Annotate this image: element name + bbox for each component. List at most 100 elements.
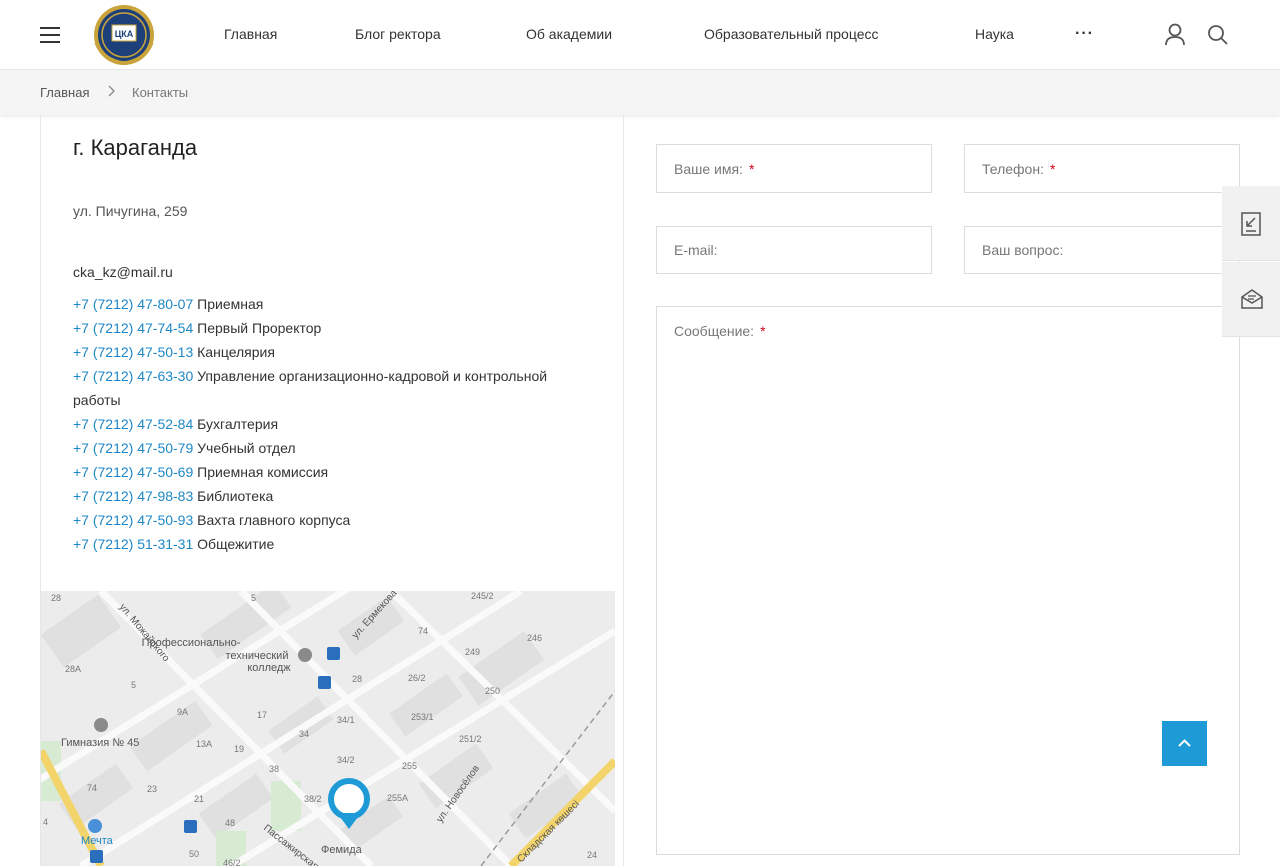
map-house-number: 249 bbox=[465, 647, 480, 657]
map-house-number: 48 bbox=[225, 818, 235, 828]
phone-link[interactable]: +7 (7212) 47-50-79 bbox=[73, 440, 193, 456]
map-house-number: 24 bbox=[587, 850, 597, 860]
name-label: Ваше имя: bbox=[674, 161, 743, 177]
phone-link[interactable]: +7 (7212) 47-98-83 bbox=[73, 488, 193, 504]
map-label-college: технический bbox=[226, 650, 289, 662]
map-house-number: 19 bbox=[234, 744, 244, 754]
map-canvas[interactable]: Профессионально- технический колледж Гим… bbox=[41, 591, 615, 866]
nav-education[interactable]: Образовательный процесс bbox=[704, 26, 878, 42]
map-house-number: 28 bbox=[352, 674, 362, 684]
nav-rector-blog[interactable]: Блог ректора bbox=[355, 26, 441, 42]
email-field[interactable]: E-mail: bbox=[656, 226, 932, 274]
map-house-number: 34 bbox=[299, 729, 309, 739]
bus-stop-icon[interactable] bbox=[318, 676, 331, 689]
phone-link[interactable]: +7 (7212) 47-74-54 bbox=[73, 320, 193, 336]
map-house-number: 38/2 bbox=[304, 794, 322, 804]
phone-label: Вахта главного корпуса bbox=[197, 512, 351, 528]
map-house-number: 5 bbox=[131, 680, 136, 690]
phone-link[interactable]: +7 (7212) 47-63-30 bbox=[73, 368, 193, 384]
map-house-number: 245/2 bbox=[471, 591, 494, 601]
map-label-college: колледж bbox=[247, 662, 291, 674]
phone-field[interactable]: Телефон: * bbox=[964, 144, 1240, 193]
side-mail-button[interactable] bbox=[1222, 262, 1280, 337]
email-link[interactable]: cka_kz@mail.ru bbox=[73, 264, 173, 280]
map-house-number: 251/2 bbox=[459, 734, 482, 744]
shop-icon[interactable] bbox=[88, 819, 102, 833]
breadcrumb-current: Контакты bbox=[132, 85, 189, 100]
phone-row: +7 (7212) 47-50-79 Учебный отдел bbox=[73, 436, 593, 460]
phone-row: +7 (7212) 51-31-31 Общежитие bbox=[73, 532, 593, 556]
phone-label: Библиотека bbox=[197, 488, 274, 504]
bus-stop-icon[interactable] bbox=[327, 647, 340, 660]
map-house-number: 38 bbox=[269, 764, 279, 774]
bus-stop-icon[interactable] bbox=[90, 850, 103, 863]
phone-link[interactable]: +7 (7212) 51-31-31 bbox=[73, 536, 193, 552]
school-icon[interactable] bbox=[94, 718, 108, 732]
menu-burger-icon[interactable] bbox=[40, 27, 60, 43]
message-label: Сообщение: bbox=[674, 323, 755, 339]
address: ул. Пичугина, 259 bbox=[73, 203, 188, 219]
phone-link[interactable]: +7 (7212) 47-80-07 bbox=[73, 296, 193, 312]
academy-logo[interactable]: ЦКА bbox=[88, 3, 160, 67]
map-label-mechta: Мечта bbox=[81, 835, 114, 847]
phone-row: +7 (7212) 47-52-84 Бухгалтерия bbox=[73, 412, 593, 436]
map-house-number: 4 bbox=[43, 817, 48, 827]
phone-label: Учебный отдел bbox=[197, 440, 296, 456]
phone-link[interactable]: +7 (7212) 47-50-69 bbox=[73, 464, 193, 480]
site-header: ЦКА Главная Блог ректора Об академии Обр… bbox=[0, 0, 1280, 70]
map-house-number: 21 bbox=[194, 794, 204, 804]
school-icon[interactable] bbox=[298, 648, 312, 662]
question-label: Ваш вопрос: bbox=[982, 242, 1064, 258]
required-mark: * bbox=[748, 161, 755, 177]
phone-label: Приемная комиссия bbox=[197, 464, 329, 480]
map-house-number: 9А bbox=[177, 707, 188, 717]
mail-icon bbox=[1241, 289, 1263, 309]
phone-label: Общежитие bbox=[197, 536, 275, 552]
map-house-number: 34/2 bbox=[337, 755, 355, 765]
logo-text: ЦКА bbox=[115, 29, 134, 39]
map-house-number: 17 bbox=[257, 710, 267, 720]
phone-link[interactable]: +7 (7212) 47-52-84 bbox=[73, 416, 193, 432]
phone-label: Бухгалтерия bbox=[197, 416, 279, 432]
scroll-to-top-button[interactable] bbox=[1162, 721, 1207, 766]
search-icon[interactable] bbox=[1207, 24, 1229, 46]
phone-row: +7 (7212) 47-50-13 Канцелярия bbox=[73, 340, 593, 364]
nav-home[interactable]: Главная bbox=[224, 26, 277, 42]
phone-label-text: Телефон: bbox=[982, 161, 1044, 177]
message-textarea[interactable]: Сообщение: * bbox=[656, 306, 1240, 855]
phone-row: +7 (7212) 47-74-54 Первый Проректор bbox=[73, 316, 593, 340]
user-icon[interactable] bbox=[1164, 23, 1186, 47]
breadcrumb-home[interactable]: Главная bbox=[40, 85, 89, 100]
breadcrumb: Главная Контакты bbox=[0, 70, 1280, 115]
phone-row: +7 (7212) 47-80-07 Приемная bbox=[73, 292, 593, 316]
map-house-number: 28А bbox=[65, 664, 81, 674]
phone-link[interactable]: +7 (7212) 47-50-13 bbox=[73, 344, 193, 360]
phone-label: Первый Проректор bbox=[197, 320, 322, 336]
location-map[interactable]: Профессионально- технический колледж Гим… bbox=[41, 591, 615, 866]
city-title: г. Караганда bbox=[73, 135, 198, 160]
map-house-number: 74 bbox=[418, 626, 428, 636]
phone-label: Приемная bbox=[197, 296, 264, 312]
phone-link[interactable]: +7 (7212) 47-50-93 bbox=[73, 512, 193, 528]
phone-row: +7 (7212) 47-63-30 Управление организаци… bbox=[73, 364, 593, 412]
nav-more-icon[interactable]: ··· bbox=[1075, 25, 1094, 43]
phone-list: +7 (7212) 47-80-07 Приемная +7 (7212) 47… bbox=[73, 292, 593, 556]
map-house-number: 5 bbox=[251, 593, 256, 603]
nav-science[interactable]: Наука bbox=[975, 26, 1014, 42]
email-label: E-mail: bbox=[674, 242, 718, 258]
nav-about[interactable]: Об академии bbox=[526, 26, 612, 42]
map-house-number: 34/1 bbox=[337, 715, 355, 725]
required-mark: * bbox=[1049, 161, 1056, 177]
side-download-button[interactable] bbox=[1222, 186, 1280, 261]
map-house-number: 46/2 bbox=[223, 858, 241, 866]
map-house-number: 246 bbox=[527, 633, 542, 643]
name-field[interactable]: Ваше имя: * bbox=[656, 144, 932, 193]
phone-label: Канцелярия bbox=[197, 344, 275, 360]
bus-stop-icon[interactable] bbox=[184, 820, 197, 833]
map-house-number: 50 bbox=[189, 849, 199, 859]
phone-row: +7 (7212) 47-50-69 Приемная комиссия bbox=[73, 460, 593, 484]
required-mark: * bbox=[760, 323, 766, 339]
question-field[interactable]: Ваш вопрос: bbox=[964, 226, 1240, 274]
map-house-number: 255А bbox=[387, 793, 408, 803]
map-house-number: 26/2 bbox=[408, 673, 426, 683]
